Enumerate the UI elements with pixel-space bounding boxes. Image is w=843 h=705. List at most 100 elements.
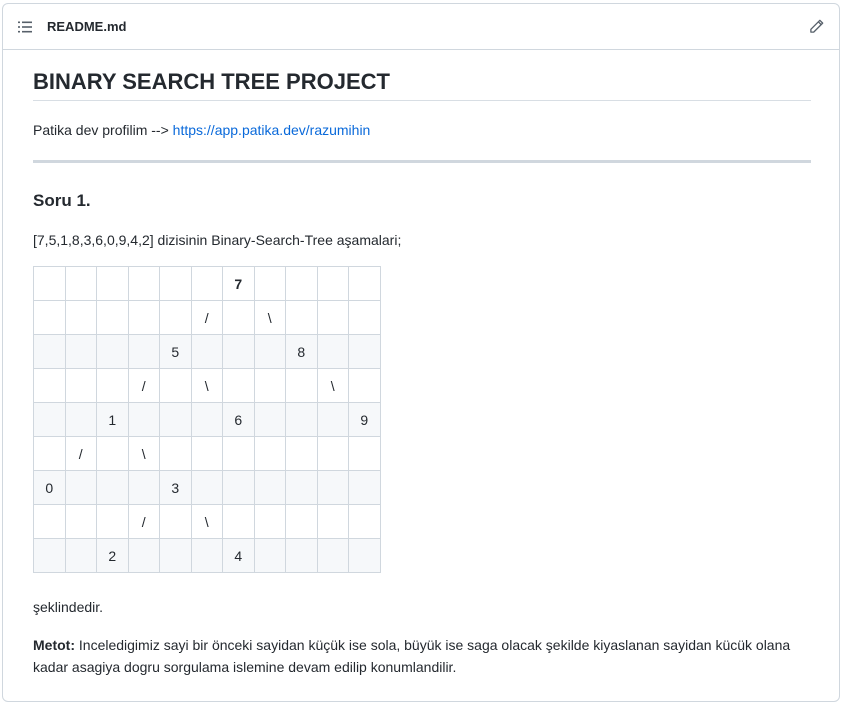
table-cell bbox=[348, 368, 381, 403]
table-cell: / bbox=[64, 436, 97, 471]
method-text: Inceledigimiz sayi bir önceki sayidan kü… bbox=[33, 637, 791, 675]
title-divider bbox=[33, 100, 811, 101]
table-cell: \ bbox=[253, 300, 286, 335]
table-cell bbox=[316, 470, 349, 505]
table-cell bbox=[285, 300, 318, 335]
table-cell bbox=[33, 402, 66, 437]
table-cell: 5 bbox=[159, 334, 192, 369]
table-cell bbox=[285, 266, 318, 301]
table-cell bbox=[159, 538, 192, 573]
table-cell bbox=[33, 436, 66, 471]
table-cell: 7 bbox=[222, 266, 255, 301]
table-cell bbox=[222, 368, 255, 403]
table-cell bbox=[190, 266, 223, 301]
table-cell bbox=[33, 334, 66, 369]
table-row: 7 bbox=[33, 266, 381, 301]
method-paragraph: Metot: Inceledigimiz sayi bir önceki say… bbox=[33, 634, 811, 678]
table-cell bbox=[127, 538, 160, 573]
profile-paragraph: Patika dev profilim --> https://app.pati… bbox=[33, 120, 370, 140]
table-cell: / bbox=[127, 368, 160, 403]
table-cell bbox=[33, 300, 66, 335]
table-cell bbox=[316, 334, 349, 369]
page-title: BINARY SEARCH TREE PROJECT bbox=[33, 69, 390, 94]
table-cell bbox=[96, 470, 129, 505]
bst-table: 7/\ 5 8/\ \ 1 6 9/\ 0 3/\ 2 4 bbox=[33, 266, 381, 573]
list-unordered-icon[interactable] bbox=[17, 19, 33, 35]
table-cell: / bbox=[190, 300, 223, 335]
table-cell: \ bbox=[127, 436, 160, 471]
table-cell bbox=[253, 402, 286, 437]
table-cell bbox=[127, 334, 160, 369]
table-cell bbox=[316, 436, 349, 471]
table-cell: \ bbox=[316, 368, 349, 403]
table-cell bbox=[159, 436, 192, 471]
table-cell: 0 bbox=[33, 470, 66, 505]
table-cell bbox=[159, 368, 192, 403]
table-cell bbox=[253, 470, 286, 505]
table-cell bbox=[96, 300, 129, 335]
table-cell bbox=[348, 266, 381, 301]
table-cell bbox=[190, 436, 223, 471]
table-cell bbox=[159, 266, 192, 301]
table-cell bbox=[96, 368, 129, 403]
intro-paragraph: [7,5,1,8,3,6,0,9,4,2] dizisinin Binary-S… bbox=[33, 232, 402, 248]
table-row: 03 bbox=[33, 470, 381, 505]
table-cell bbox=[285, 504, 318, 539]
table-cell bbox=[348, 436, 381, 471]
table-cell: / bbox=[127, 504, 160, 539]
table-cell bbox=[285, 538, 318, 573]
table-cell bbox=[64, 402, 97, 437]
table-cell bbox=[348, 334, 381, 369]
table-cell bbox=[127, 266, 160, 301]
table-cell bbox=[159, 504, 192, 539]
table-cell bbox=[316, 538, 349, 573]
table-cell bbox=[222, 470, 255, 505]
table-cell bbox=[64, 538, 97, 573]
table-cell bbox=[222, 504, 255, 539]
table-cell bbox=[316, 402, 349, 437]
table-cell: 9 bbox=[348, 402, 381, 437]
table-cell bbox=[64, 368, 97, 403]
table-cell bbox=[33, 504, 66, 539]
table-cell bbox=[253, 266, 286, 301]
table-cell bbox=[348, 538, 381, 573]
table-cell bbox=[316, 300, 349, 335]
table-cell: \ bbox=[190, 368, 223, 403]
table-cell bbox=[253, 436, 286, 471]
file-name: README.md bbox=[47, 19, 127, 34]
table-cell: 3 bbox=[159, 470, 192, 505]
table-cell bbox=[96, 504, 129, 539]
table-row: / \ \ bbox=[33, 368, 381, 403]
profile-link[interactable]: https://app.patika.dev/razumihin bbox=[173, 122, 371, 138]
table-cell bbox=[64, 266, 97, 301]
table-cell: 2 bbox=[96, 538, 129, 573]
table-cell bbox=[190, 538, 223, 573]
table-cell bbox=[348, 300, 381, 335]
question-heading: Soru 1. bbox=[33, 191, 91, 210]
table-cell bbox=[33, 368, 66, 403]
table-row: / \ bbox=[33, 436, 381, 471]
table-cell bbox=[285, 402, 318, 437]
table-cell bbox=[348, 504, 381, 539]
table-cell bbox=[285, 368, 318, 403]
table-cell bbox=[348, 470, 381, 505]
table-cell bbox=[222, 334, 255, 369]
table-cell: \ bbox=[190, 504, 223, 539]
table-cell: 6 bbox=[222, 402, 255, 437]
table-cell bbox=[253, 538, 286, 573]
table-cell bbox=[96, 266, 129, 301]
table-cell bbox=[96, 334, 129, 369]
table-row: / \ bbox=[33, 504, 381, 539]
table-cell bbox=[190, 402, 223, 437]
method-label: Metot: bbox=[33, 637, 75, 653]
after-tree-text: şeklindedir. bbox=[33, 599, 104, 615]
table-cell bbox=[127, 402, 160, 437]
table-row: 24 bbox=[33, 538, 381, 573]
pencil-icon[interactable] bbox=[807, 18, 825, 36]
table-cell bbox=[222, 436, 255, 471]
table-cell bbox=[127, 300, 160, 335]
table-cell bbox=[159, 300, 192, 335]
table-cell bbox=[127, 470, 160, 505]
table-row: 1 6 9 bbox=[33, 402, 381, 437]
table-cell bbox=[64, 504, 97, 539]
